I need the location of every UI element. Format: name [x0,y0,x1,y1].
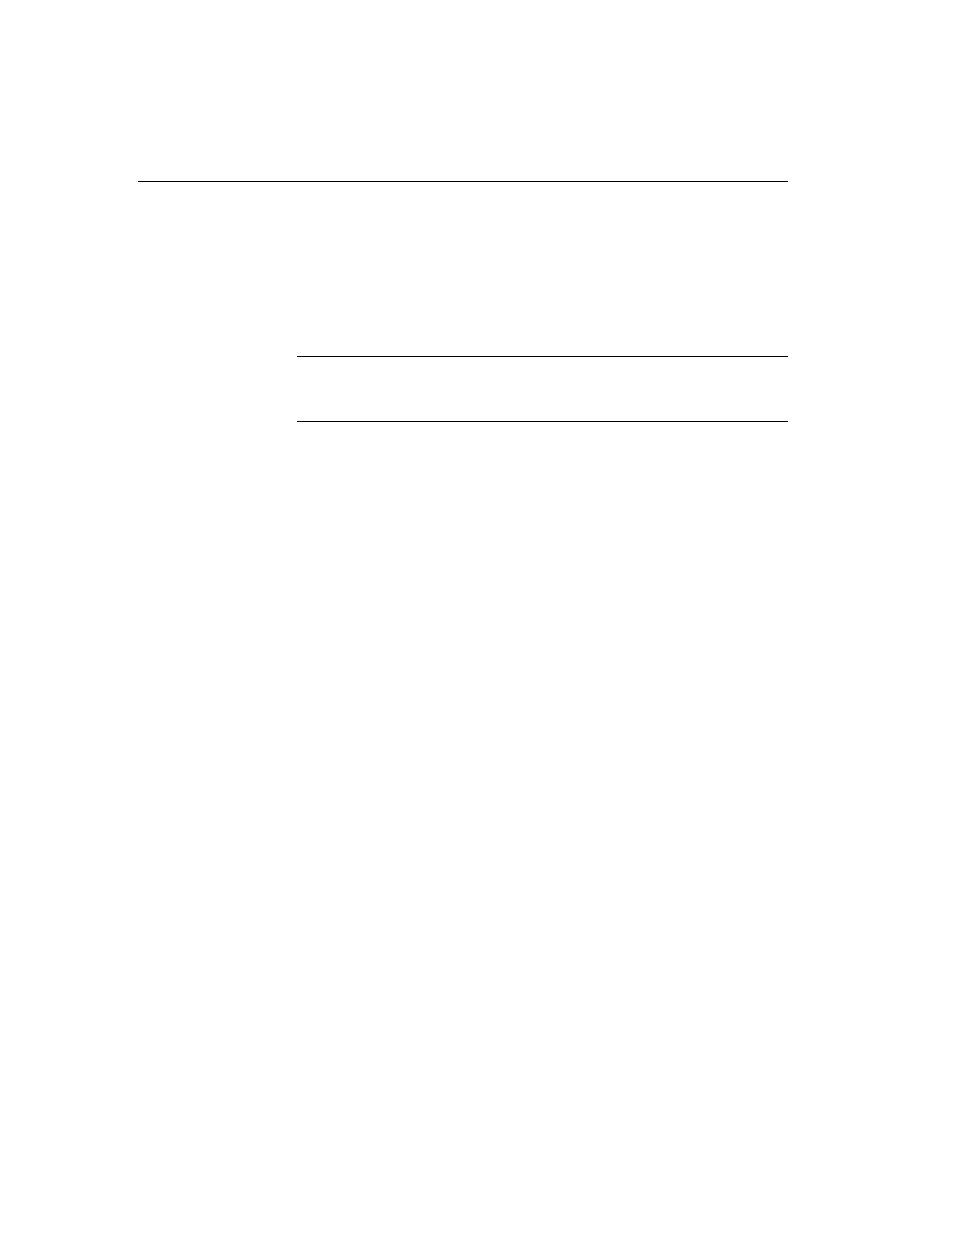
horizontal-divider-3 [297,421,788,422]
horizontal-divider-1 [138,181,788,182]
horizontal-divider-2 [297,356,788,357]
